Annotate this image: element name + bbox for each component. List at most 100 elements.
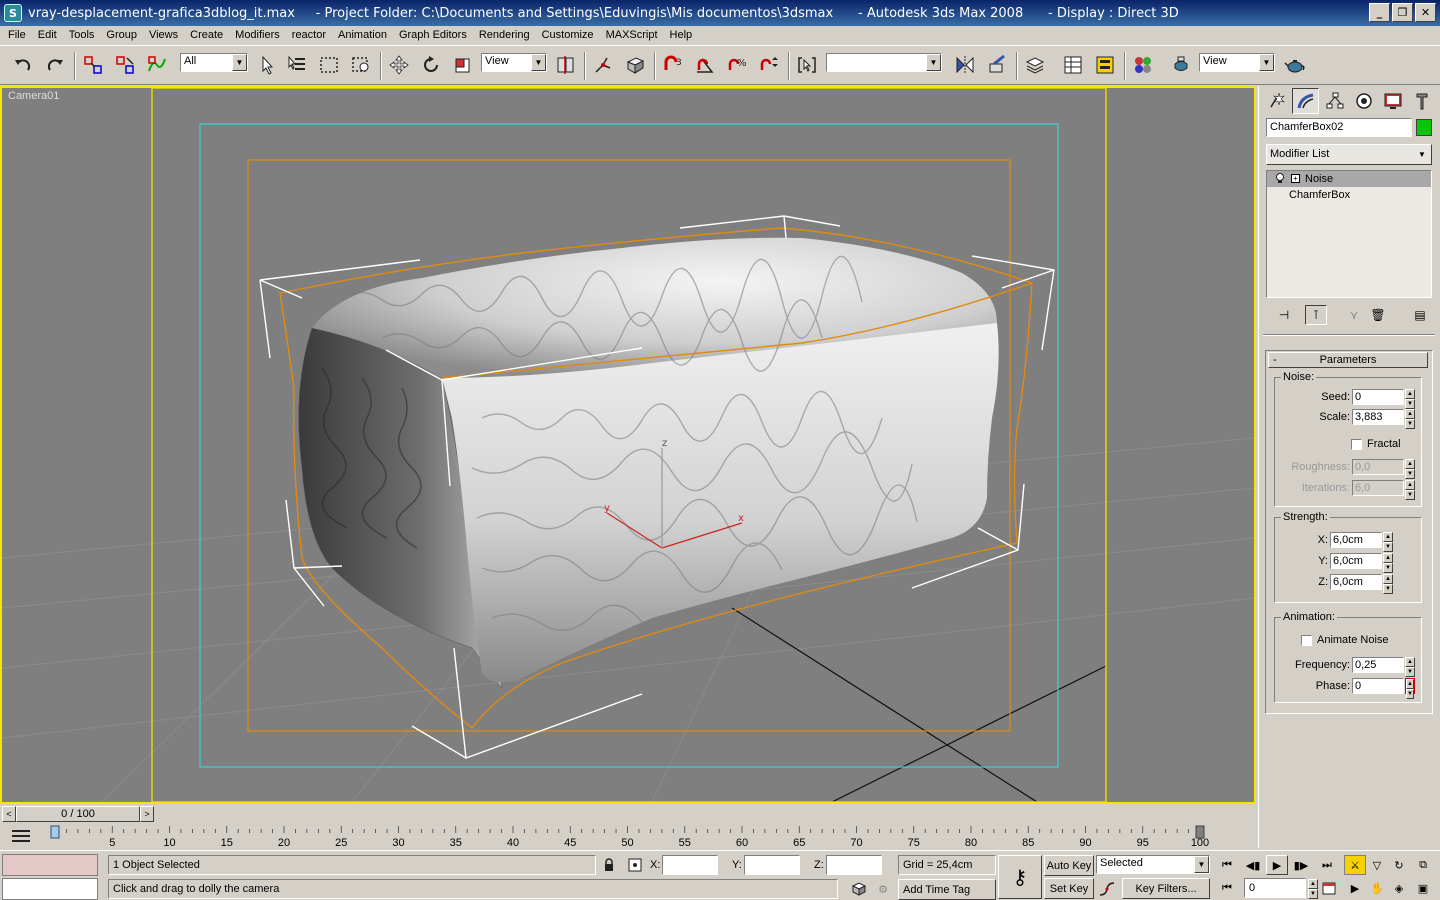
min-max-toggle-icon[interactable]: ▣ xyxy=(1412,878,1434,898)
menu-group[interactable]: Group xyxy=(100,26,143,44)
roughness-spinner-arrows[interactable]: ▲ ▼ xyxy=(1405,458,1415,479)
move-icon[interactable] xyxy=(386,52,412,78)
select-by-name-icon[interactable] xyxy=(284,52,310,78)
menu-graph-editors[interactable]: Graph Editors xyxy=(393,26,473,44)
angle-snap-toggle-icon[interactable] xyxy=(692,52,718,78)
select-object-icon[interactable] xyxy=(254,52,280,78)
select-and-link-icon[interactable] xyxy=(80,52,106,78)
material-editor-icon[interactable] xyxy=(1130,52,1156,78)
create-tab-icon[interactable] xyxy=(1263,88,1290,114)
game-controller-icon[interactable]: ⚙ xyxy=(872,879,894,899)
go-to-end-icon[interactable]: ⏭ xyxy=(1316,855,1338,875)
set-key-button[interactable]: Set Key xyxy=(1044,878,1094,899)
curve-editor-icon[interactable] xyxy=(1060,52,1086,78)
strength-z-spinner[interactable]: 6,0cm xyxy=(1330,573,1382,590)
menu-views[interactable]: Views xyxy=(143,26,184,44)
align-icon[interactable] xyxy=(984,52,1010,78)
time-configuration-icon[interactable] xyxy=(1318,878,1340,898)
absolute-transform-icon[interactable] xyxy=(624,855,646,875)
object-color-swatch[interactable] xyxy=(1416,119,1432,136)
menu-create[interactable]: Create xyxy=(184,26,229,44)
unlink-selection-icon[interactable] xyxy=(112,52,138,78)
camera-viewport[interactable]: Camera01 x y z xyxy=(0,86,1256,804)
default-in-out-tangent-icon[interactable] xyxy=(1096,879,1118,899)
add-time-tag-button[interactable]: Add Time Tag xyxy=(898,879,996,900)
redo-icon[interactable] xyxy=(42,52,68,78)
menu-file[interactable]: File xyxy=(2,26,32,44)
maxscript-listener-mini[interactable] xyxy=(2,854,98,876)
expand-icon[interactable]: + xyxy=(1291,174,1300,183)
pin-stack-icon[interactable]: ⊣ xyxy=(1273,305,1295,325)
menu-help[interactable]: Help xyxy=(664,26,699,44)
menu-edit[interactable]: Edit xyxy=(32,26,63,44)
lock-selection-icon[interactable] xyxy=(598,855,620,875)
snaps-toggle-icon[interactable]: 3 xyxy=(660,52,686,78)
seed-spinner-arrows[interactable]: ▲ ▼ xyxy=(1405,388,1415,409)
scale-spinner[interactable]: 3,883 xyxy=(1352,408,1404,425)
iterations-spinner[interactable]: 6,0 xyxy=(1352,479,1404,496)
roll-camera-icon[interactable]: ◈ xyxy=(1388,878,1410,898)
hierarchy-tab-icon[interactable] xyxy=(1321,88,1348,114)
quick-render-teapot-icon[interactable] xyxy=(1282,52,1308,78)
minimize-button[interactable]: _ xyxy=(1369,3,1390,22)
previous-frame-icon[interactable]: ◀▮ xyxy=(1242,855,1264,875)
modify-tab-icon[interactable] xyxy=(1292,88,1319,114)
roughness-spinner[interactable]: 0,0 xyxy=(1352,458,1404,475)
configure-modifier-sets-icon[interactable]: ▤ xyxy=(1409,305,1431,325)
window-crossing-icon[interactable] xyxy=(348,52,374,78)
y-coord-field[interactable] xyxy=(744,855,800,875)
reference-coordinate-dropdown[interactable]: View ▼ xyxy=(481,53,547,72)
fractal-checkbox[interactable]: Fractal xyxy=(1351,438,1401,450)
seed-spinner[interactable]: 0 xyxy=(1352,388,1404,405)
phase-spinner-arrows[interactable]: ▲ ▼ xyxy=(1405,677,1415,699)
keyboard-shortcut-override-icon[interactable] xyxy=(622,52,648,78)
time-slider-thumb[interactable]: 0 / 100 xyxy=(16,806,140,822)
pan-hand-icon[interactable]: ✋ xyxy=(1366,878,1388,898)
modifier-list-dropdown[interactable]: Modifier List ▼ xyxy=(1266,144,1432,165)
mirror-icon[interactable] xyxy=(952,52,978,78)
time-slider-next-button[interactable]: > xyxy=(140,806,154,822)
selection-filter-dropdown[interactable]: All ▼ xyxy=(180,53,248,72)
lightbulb-icon[interactable] xyxy=(1275,173,1285,184)
frequency-spinner[interactable]: 0,25 xyxy=(1352,656,1404,673)
stack-item-noise[interactable]: + Noise xyxy=(1267,171,1431,187)
strength-y-spinner-arrows[interactable]: ▲ ▼ xyxy=(1383,552,1393,573)
key-mode-dropdown[interactable]: Selected ▼ xyxy=(1096,855,1210,874)
maximize-viewport-icon[interactable]: ⧉ xyxy=(1412,855,1434,875)
time-slider[interactable]: < 0 / 100 > xyxy=(0,806,1258,822)
menu-reactor[interactable]: reactor xyxy=(286,26,332,44)
stack-item-chamferbox[interactable]: ChamferBox xyxy=(1267,187,1431,203)
make-unique-icon[interactable]: ⋎ xyxy=(1343,305,1365,325)
select-and-manipulate-icon[interactable] xyxy=(590,52,616,78)
open-mini-curve-editor-icon[interactable] xyxy=(10,826,32,844)
current-frame-marker[interactable] xyxy=(50,825,60,839)
undo-icon[interactable] xyxy=(10,52,36,78)
iterations-spinner-arrows[interactable]: ▲ ▼ xyxy=(1405,479,1415,500)
strength-x-spinner[interactable]: 6,0cm xyxy=(1330,531,1382,548)
key-mode-toggle-icon[interactable]: ⏮ xyxy=(1216,878,1238,898)
close-button[interactable]: ✕ xyxy=(1415,3,1436,22)
percent-snap-toggle-icon[interactable]: % xyxy=(724,52,750,78)
app-icon[interactable]: S xyxy=(4,4,22,22)
x-coord-field[interactable] xyxy=(662,855,718,875)
schematic-view-icon[interactable] xyxy=(1092,52,1118,78)
key-filters-button[interactable]: Key Filters... xyxy=(1122,878,1210,899)
bind-to-space-warp-icon[interactable] xyxy=(144,52,170,78)
render-setup-icon[interactable] xyxy=(1168,52,1194,78)
object-name-field[interactable]: ChamferBox02 xyxy=(1266,118,1412,137)
layer-manager-icon[interactable] xyxy=(1022,52,1048,78)
spinner-snap-toggle-icon[interactable] xyxy=(756,52,782,78)
maxscript-input[interactable] xyxy=(2,878,98,900)
menu-customize[interactable]: Customize xyxy=(536,26,600,44)
remove-modifier-icon[interactable]: 🗑 xyxy=(1367,305,1389,325)
orbit-camera-icon[interactable]: ↻ xyxy=(1388,855,1410,875)
adaptive-degradation-icon[interactable] xyxy=(848,879,870,899)
parameters-rollout-header[interactable]: - Parameters xyxy=(1268,352,1428,368)
next-frame-icon[interactable]: ▮▶ xyxy=(1290,855,1312,875)
scale-icon[interactable] xyxy=(450,52,476,78)
current-frame-field[interactable]: 0 xyxy=(1244,878,1306,898)
rectangular-selection-icon[interactable] xyxy=(316,52,342,78)
current-frame-spinner-arrows[interactable]: ▲ ▼ xyxy=(1308,879,1318,899)
rotate-icon[interactable] xyxy=(418,52,444,78)
go-to-start-icon[interactable]: ⏮ xyxy=(1216,855,1238,875)
